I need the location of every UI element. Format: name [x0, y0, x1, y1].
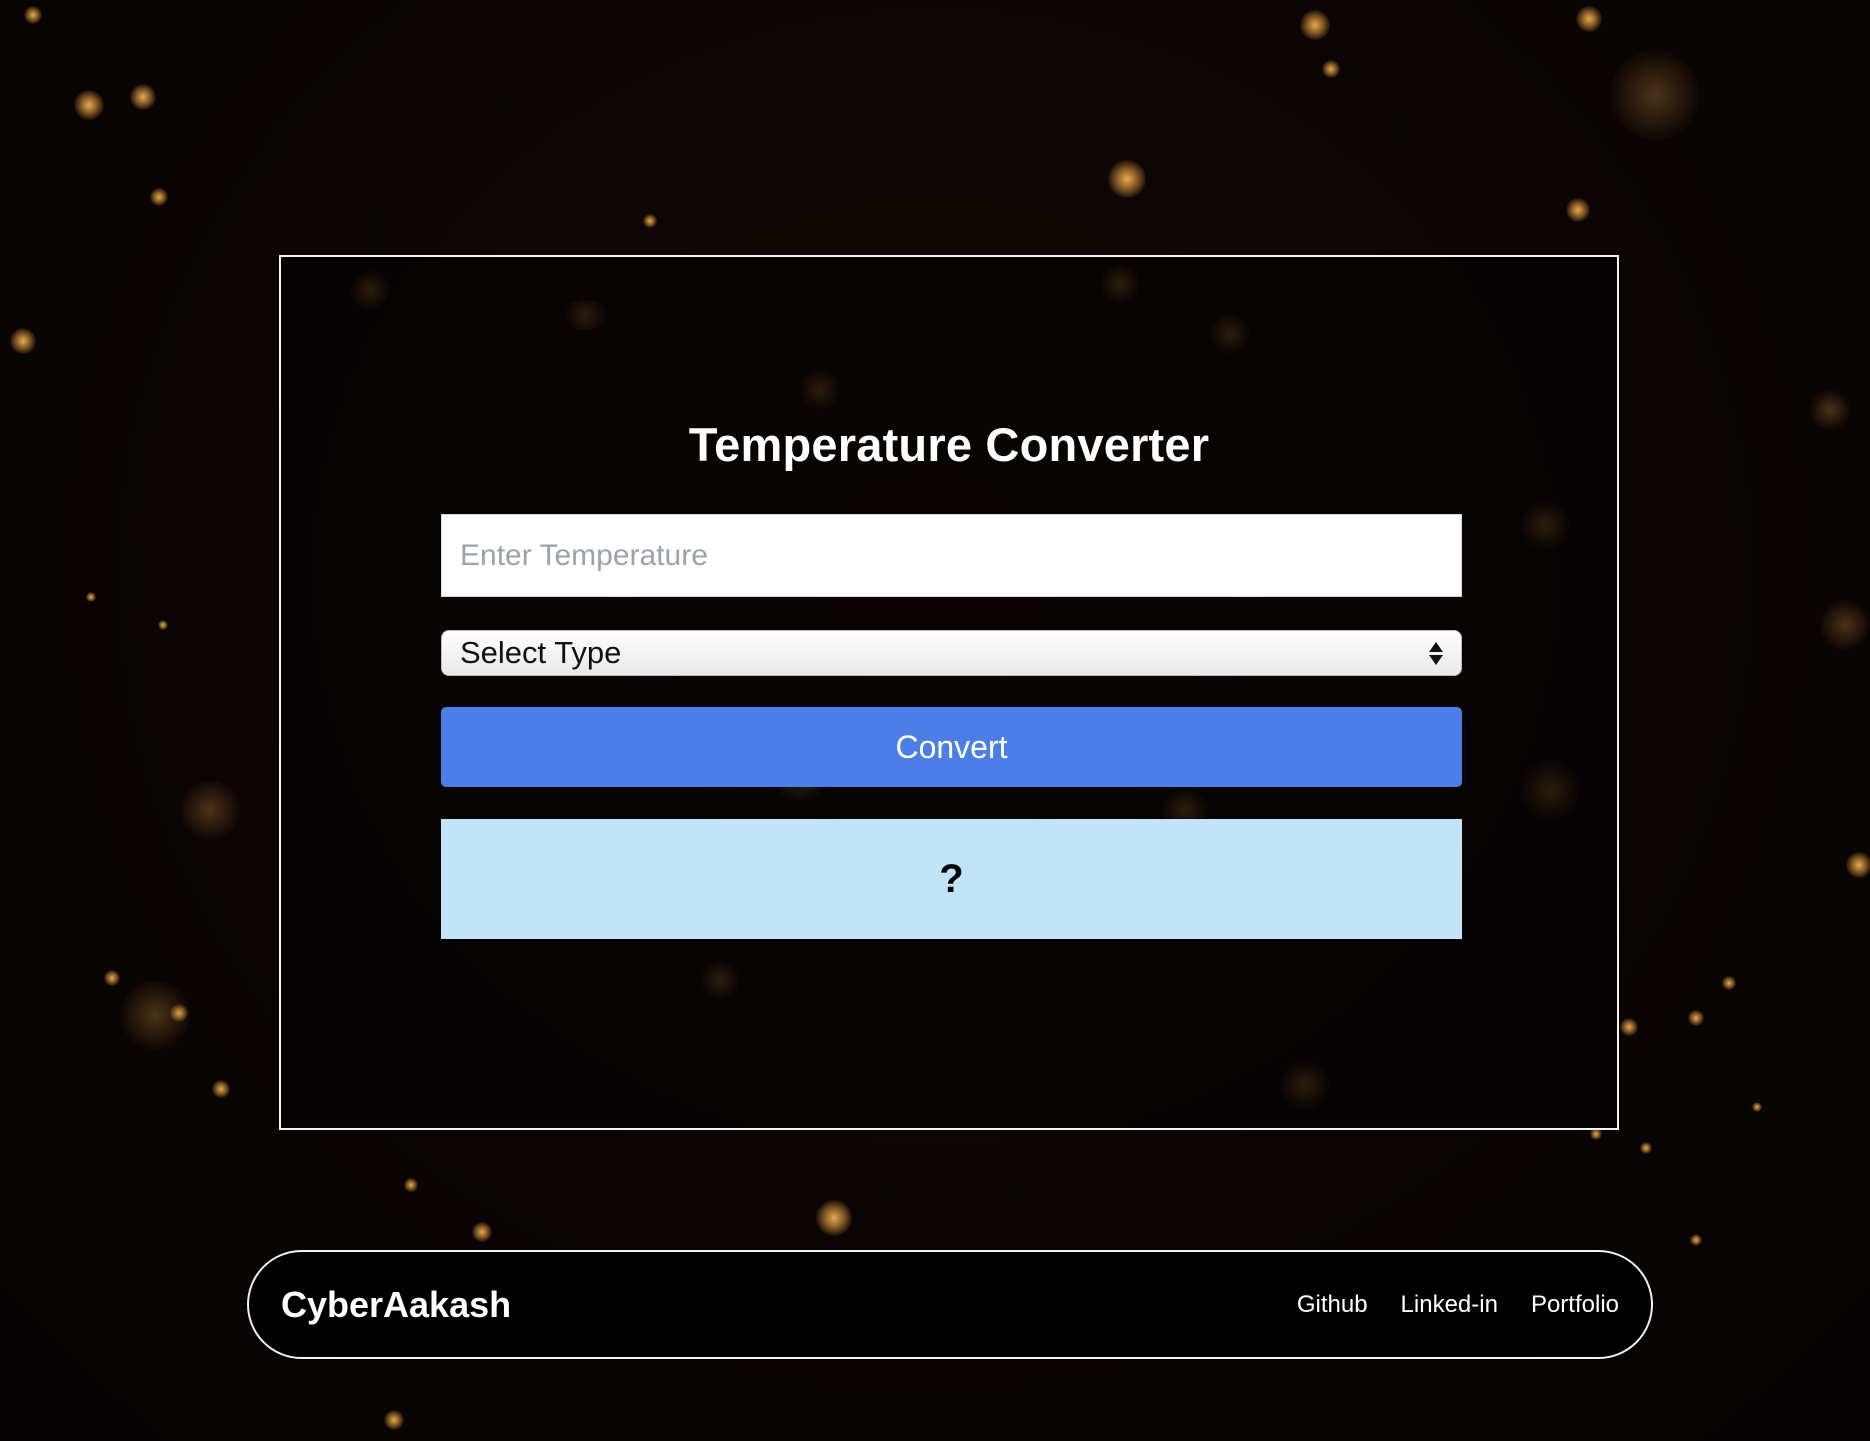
- temperature-input[interactable]: [441, 514, 1462, 597]
- nav-links: Github Linked-in Portfolio: [1297, 1291, 1619, 1319]
- updown-arrows-icon: [1429, 641, 1443, 665]
- brand-logo[interactable]: CyberAakash: [281, 1284, 511, 1326]
- github-link[interactable]: Github: [1297, 1291, 1368, 1319]
- page: Temperature Converter Select Type Conver…: [0, 0, 1870, 1441]
- converter-card: Temperature Converter Select Type Conver…: [279, 255, 1619, 1130]
- footer-nav: CyberAakash Github Linked-in Portfolio: [247, 1250, 1653, 1359]
- type-select[interactable]: Select Type: [441, 630, 1462, 676]
- type-select-value: Select Type: [460, 635, 622, 670]
- portfolio-link[interactable]: Portfolio: [1531, 1291, 1619, 1319]
- result-display: ?: [441, 819, 1462, 939]
- convert-button[interactable]: Convert: [441, 707, 1462, 787]
- page-title: Temperature Converter: [688, 418, 1210, 471]
- linkedin-link[interactable]: Linked-in: [1401, 1291, 1498, 1319]
